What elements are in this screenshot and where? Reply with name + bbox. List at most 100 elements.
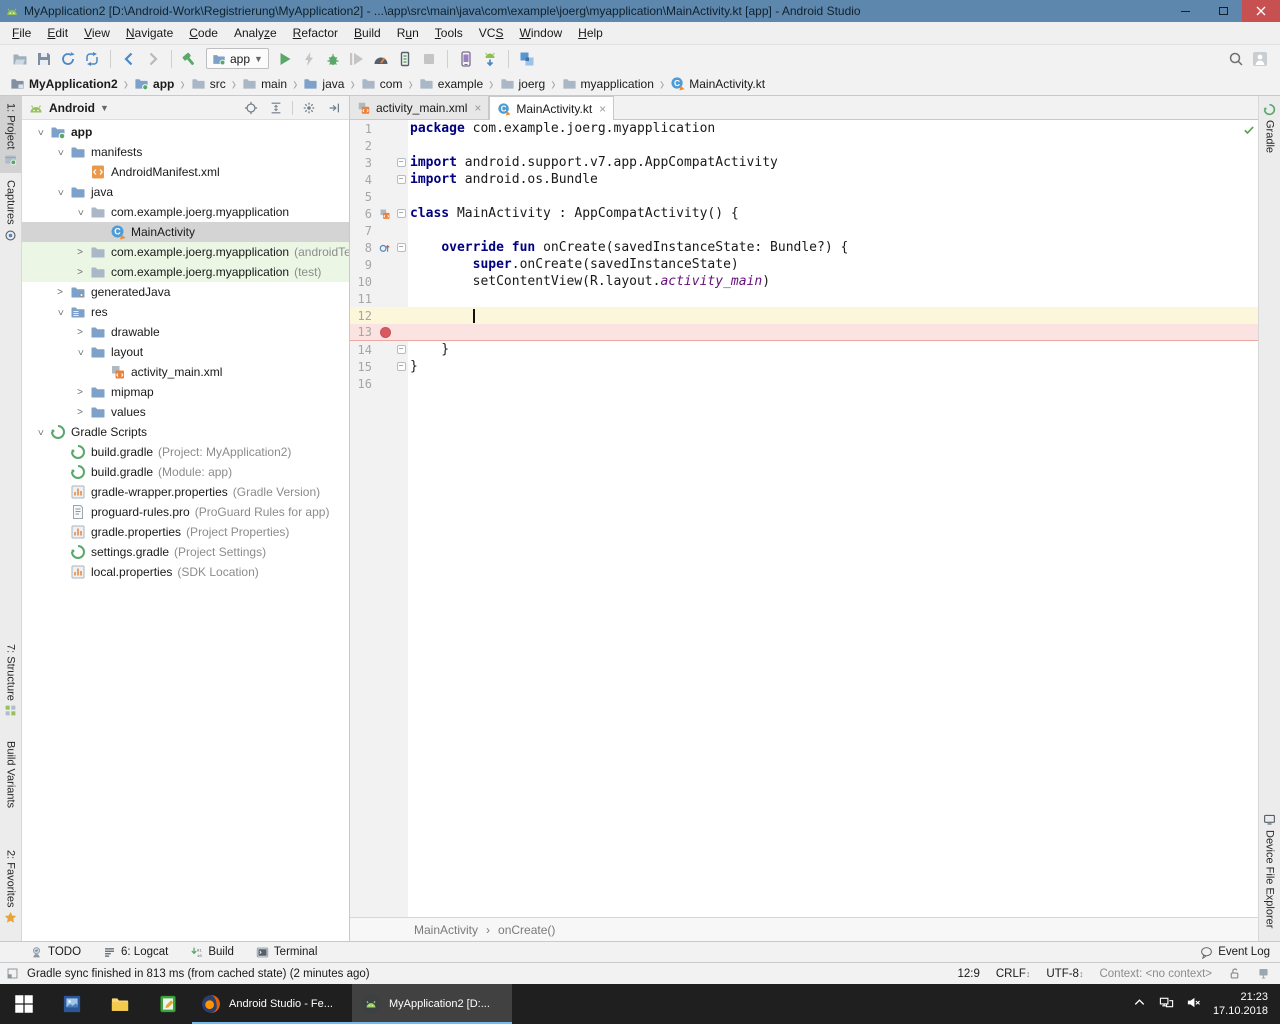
tree-item-androidmanifest-xml[interactable]: AndroidManifest.xml xyxy=(22,162,349,182)
breadcrumb-java[interactable]: java xyxy=(301,75,346,92)
hide-button[interactable] xyxy=(325,99,343,117)
gutter-icon-area[interactable] xyxy=(376,290,394,307)
breadcrumb-main[interactable]: main xyxy=(240,75,289,92)
tree-item-local-properties[interactable]: local.properties(SDK Location) xyxy=(22,562,349,582)
breadcrumb-class[interactable]: MainActivity xyxy=(414,923,478,937)
refresh-button[interactable] xyxy=(80,47,104,71)
code-line-10[interactable]: 10 setContentView(R.layout.activity_main… xyxy=(350,273,1258,290)
back-button[interactable] xyxy=(117,47,141,71)
taskbar-editor-app-button[interactable] xyxy=(144,984,192,1024)
gutter-icon-area[interactable] xyxy=(376,154,394,171)
fold-marker-icon[interactable]: − xyxy=(397,243,406,252)
taskbar-photos-button[interactable] xyxy=(48,984,96,1024)
tree-item-layout[interactable]: >layout xyxy=(22,342,349,362)
tree-open-arrow-icon[interactable]: > xyxy=(55,182,66,202)
gutter-icon-area[interactable] xyxy=(376,239,394,256)
tab-mainactivity-kt[interactable]: CMainActivity.kt× xyxy=(489,96,614,120)
code-line-14[interactable]: 14− } xyxy=(350,341,1258,358)
code-line-15[interactable]: 15−} xyxy=(350,358,1258,375)
breadcrumb-mainactivity.kt[interactable]: CMainActivity.kt xyxy=(668,75,767,92)
settings-button[interactable] xyxy=(300,99,318,117)
minimize-button[interactable] xyxy=(1166,0,1204,22)
tree-item-gradle-wrapper-properties[interactable]: gradle-wrapper.properties(Gradle Version… xyxy=(22,482,349,502)
menu-tools[interactable]: Tools xyxy=(427,23,471,43)
tree-open-arrow-icon[interactable]: > xyxy=(75,202,86,222)
gutter-icon-area[interactable] xyxy=(376,307,394,324)
tree-closed-arrow-icon[interactable]: > xyxy=(70,247,90,258)
tree-closed-arrow-icon[interactable]: > xyxy=(70,407,90,418)
tree-item-java[interactable]: >java xyxy=(22,182,349,202)
tree-closed-arrow-icon[interactable]: > xyxy=(50,287,70,298)
tree-open-arrow-icon[interactable]: > xyxy=(75,342,86,362)
stripe-tab-device-file-explorer[interactable]: Device File Explorer xyxy=(1259,806,1280,935)
line-separator[interactable]: CRLF↕ xyxy=(996,968,1031,980)
sync-gradle-button[interactable] xyxy=(515,47,539,71)
tree-closed-arrow-icon[interactable]: > xyxy=(70,327,90,338)
code-line-16[interactable]: 16 xyxy=(350,375,1258,392)
menu-run[interactable]: Run xyxy=(389,23,427,43)
tree-item-com-example-joerg-myapplication[interactable]: >com.example.joerg.myapplication(test) xyxy=(22,262,349,282)
save-all-button[interactable] xyxy=(32,47,56,71)
attach-debugger-button[interactable] xyxy=(393,47,417,71)
stop-button[interactable] xyxy=(417,47,441,71)
tree-item-activity-main-xml[interactable]: activity_main.xml xyxy=(22,362,349,382)
sdk-manager-button[interactable] xyxy=(478,47,502,71)
close-button[interactable] xyxy=(1242,0,1280,22)
gutter-icon-area[interactable] xyxy=(376,256,394,273)
menu-analyze[interactable]: Analyze xyxy=(226,23,285,43)
taskbar-android-studio-button[interactable]: MyApplication2 [D:... xyxy=(352,984,512,1024)
tree-item-settings-gradle[interactable]: settings.gradle(Project Settings) xyxy=(22,542,349,562)
tree-item-mainactivity[interactable]: CMainActivity xyxy=(22,222,349,242)
stripe-tab-build-variants[interactable]: Build Variants xyxy=(0,734,22,832)
code-line-4[interactable]: 4−import android.os.Bundle xyxy=(350,171,1258,188)
code-line-3[interactable]: 3−import android.support.v7.app.AppCompa… xyxy=(350,154,1258,171)
file-encoding[interactable]: UTF-8↕ xyxy=(1046,968,1083,980)
tray-volume-muted-button[interactable] xyxy=(1186,995,1201,1013)
context-indicator[interactable]: Context: <no context> xyxy=(1099,968,1212,980)
menu-build[interactable]: Build xyxy=(346,23,389,43)
stripe-tab-2-favorites[interactable]: 2: Favorites xyxy=(0,843,22,931)
run-coverage-button[interactable] xyxy=(345,47,369,71)
fold-marker-icon[interactable]: − xyxy=(397,362,406,371)
tree-item-build-gradle[interactable]: build.gradle(Module: app) xyxy=(22,462,349,482)
fold-area[interactable]: − xyxy=(394,175,408,184)
tree-item-values[interactable]: >values xyxy=(22,402,349,422)
tree-item-drawable[interactable]: >drawable xyxy=(22,322,349,342)
tree-item-build-gradle[interactable]: build.gradle(Project: MyApplication2) xyxy=(22,442,349,462)
caret-position[interactable]: 12:9 xyxy=(957,968,979,980)
tree-closed-arrow-icon[interactable]: > xyxy=(70,267,90,278)
fold-area[interactable]: − xyxy=(394,362,408,371)
gutter-icon-area[interactable] xyxy=(376,273,394,290)
synchronize-button[interactable] xyxy=(56,47,80,71)
open-file-button[interactable] xyxy=(8,47,32,71)
gutter-icon-area[interactable] xyxy=(376,188,394,205)
toolwindow-todo[interactable]: TODO xyxy=(30,946,81,959)
make-project-button[interactable] xyxy=(178,47,202,71)
breakpoint-area[interactable] xyxy=(376,324,394,341)
tab-activity-main-xml[interactable]: activity_main.xml× xyxy=(350,96,489,119)
collapse-all-button[interactable] xyxy=(267,99,285,117)
highlighting-level-icon[interactable] xyxy=(1257,967,1270,980)
gutter-icon-area[interactable] xyxy=(376,171,394,188)
project-view-mode[interactable]: Android xyxy=(49,101,95,115)
toolwindow-terminal[interactable]: Terminal xyxy=(256,946,317,959)
tree-item-app[interactable]: >app xyxy=(22,122,349,142)
gutter-icon-area[interactable] xyxy=(376,375,394,392)
fold-area[interactable]: − xyxy=(394,209,408,218)
code-line-7[interactable]: 7 xyxy=(350,222,1258,239)
code-line-11[interactable]: 11 xyxy=(350,290,1258,307)
toolwindow-toggle-icon[interactable] xyxy=(6,967,19,980)
locate-button[interactable] xyxy=(242,99,260,117)
fold-marker-icon[interactable]: − xyxy=(397,175,406,184)
code-line-12[interactable]: 12 xyxy=(350,307,1258,324)
tree-item-generatedjava[interactable]: >generatedJava xyxy=(22,282,349,302)
tree-item-com-example-joerg-myapplication[interactable]: >com.example.joerg.myapplication(android… xyxy=(22,242,349,262)
menu-view[interactable]: View xyxy=(76,23,118,43)
menu-window[interactable]: Window xyxy=(511,23,570,43)
stripe-tab-gradle[interactable]: Gradle xyxy=(1259,96,1280,160)
tree-item-manifests[interactable]: >manifests xyxy=(22,142,349,162)
avd-manager-button[interactable] xyxy=(454,47,478,71)
stripe-tab-1-project[interactable]: 1: Project xyxy=(0,96,22,173)
apply-changes-button[interactable] xyxy=(297,47,321,71)
fold-area[interactable]: − xyxy=(394,243,408,252)
